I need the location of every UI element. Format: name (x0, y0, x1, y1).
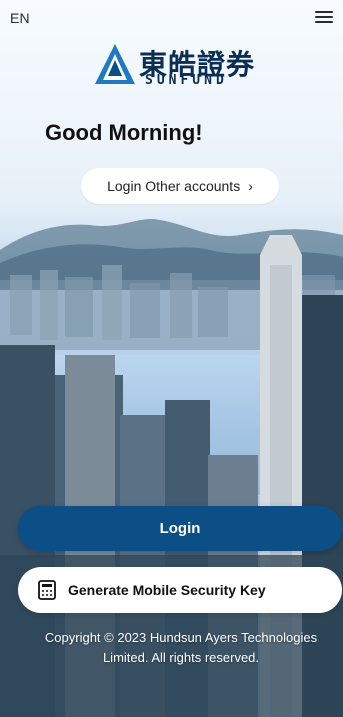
brand-header: 東皓證券 SUNFUND (93, 40, 273, 90)
login-other-accounts-label: Login Other accounts (107, 178, 241, 194)
language-toggle[interactable]: EN (10, 10, 30, 26)
copyright-text: Copyright © 2023 Hundsun Ayers Technolog… (44, 630, 318, 665)
top-bar: EN (0, 0, 343, 36)
generate-mobile-security-key-button[interactable]: Generate Mobile Security Key (18, 567, 342, 613)
login-button[interactable]: Login (18, 506, 342, 551)
login-other-accounts-button[interactable]: Login Other accounts › (81, 168, 279, 204)
login-button-label: Login (159, 520, 201, 537)
sunfund-logo-icon (95, 44, 135, 84)
chevron-right-icon: › (248, 178, 253, 194)
calculator-icon (38, 580, 56, 600)
generate-mobile-security-key-label: Generate Mobile Security Key (68, 582, 266, 598)
greeting-text: Good Morning! (45, 120, 203, 145)
hamburger-menu-icon[interactable] (315, 10, 333, 24)
brand-name-en: SUNFUND (145, 73, 228, 88)
